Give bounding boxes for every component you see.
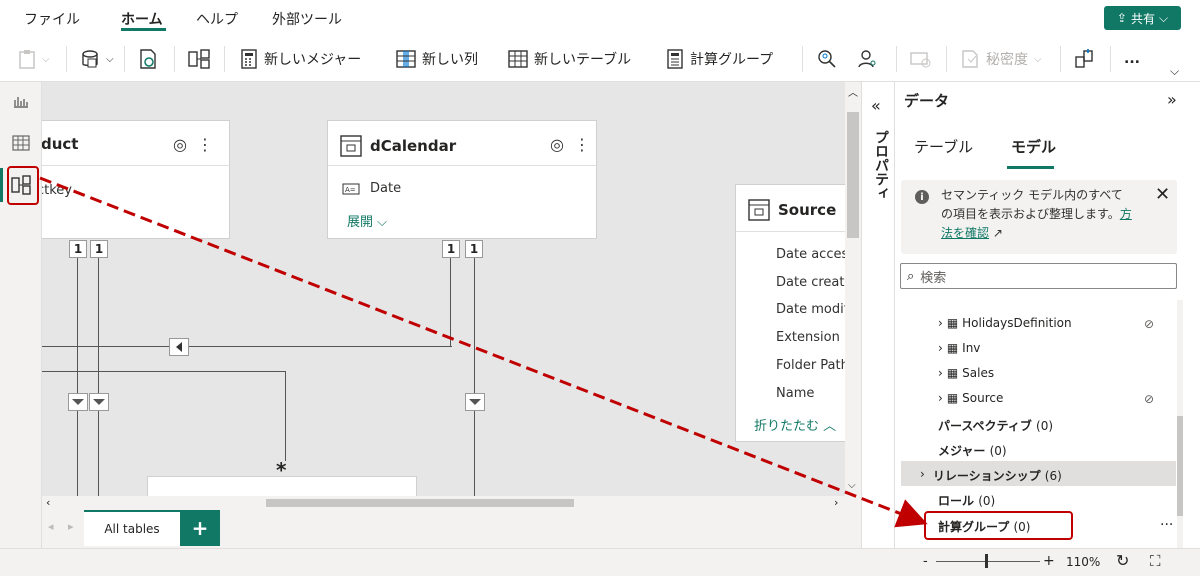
annotation-arrow <box>39 176 928 528</box>
